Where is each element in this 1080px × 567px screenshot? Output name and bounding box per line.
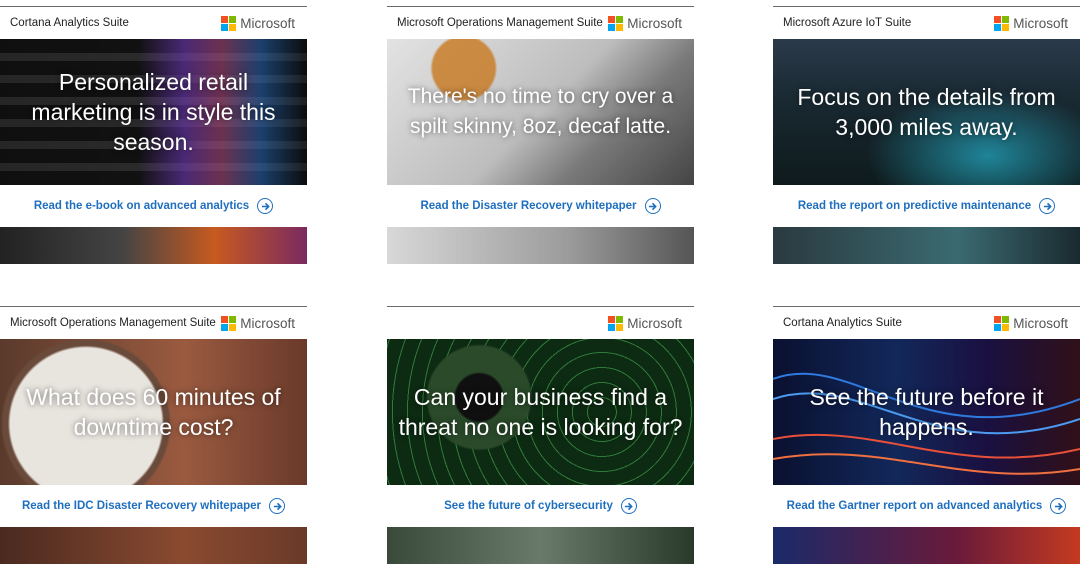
ad-image-strip <box>0 527 307 564</box>
arrow-right-circle-icon[interactable] <box>257 198 274 214</box>
ad-image[interactable]: See the future before it happens. <box>773 339 1080 485</box>
ad-image[interactable]: There's no time to cry over a spilt skin… <box>387 39 694 185</box>
cta-label: Read the Gartner report on advanced anal… <box>786 500 1043 512</box>
ad-image[interactable]: Can your business find a threat no one i… <box>387 339 694 485</box>
cta-link[interactable]: See the future of cybersecurity <box>387 485 694 527</box>
brand-name: Microsoft <box>1013 315 1068 331</box>
ad-image-strip <box>0 227 307 264</box>
ad-image-strip <box>773 527 1080 564</box>
suite-name: Cortana Analytics Suite <box>783 317 902 329</box>
ad-headline: See the future before it happens. <box>809 384 1044 440</box>
brand-name: Microsoft <box>240 315 295 331</box>
brand-name: Microsoft <box>1013 15 1068 31</box>
ad-image[interactable]: Focus on the details from 3,000 miles aw… <box>773 39 1080 185</box>
arrow-right-circle-icon[interactable] <box>620 498 637 514</box>
microsoft-logo-icon <box>994 315 1010 331</box>
cta-link[interactable]: Read the Gartner report on advanced anal… <box>773 485 1080 527</box>
suite-name: Microsoft Operations Management Suite <box>397 17 603 29</box>
ad-card-2[interactable]: Microsoft Operations Management Suite Mi… <box>387 6 694 264</box>
arrow-right-circle-icon[interactable] <box>269 498 286 514</box>
ad-image-strip <box>773 227 1080 264</box>
ad-card-3[interactable]: Microsoft Azure IoT Suite Microsoft Focu… <box>773 6 1080 264</box>
ad-card-6[interactable]: Cortana Analytics Suite Microsoft See th… <box>773 306 1080 564</box>
ad-headline: There's no time to cry over a spilt skin… <box>407 85 674 138</box>
microsoft-logo-icon <box>608 315 624 331</box>
microsoft-logo: Microsoft <box>608 315 682 331</box>
ad-card-5[interactable]: Microsoft Can your business find a threa… <box>387 306 694 564</box>
brand-name: Microsoft <box>240 15 295 31</box>
cta-label: Read the Disaster Recovery whitepaper <box>420 200 637 212</box>
suite-name: Cortana Analytics Suite <box>10 17 129 29</box>
microsoft-logo-icon <box>608 15 624 31</box>
ad-image-strip <box>387 227 694 264</box>
microsoft-logo: Microsoft <box>221 15 295 31</box>
cta-link[interactable]: Read the IDC Disaster Recovery whitepape… <box>0 485 307 527</box>
ad-card-1[interactable]: Cortana Analytics Suite Microsoft Person… <box>0 6 307 264</box>
cta-label: Read the IDC Disaster Recovery whitepape… <box>21 500 262 512</box>
ad-header: Microsoft Operations Management Suite Mi… <box>387 7 694 39</box>
ad-header: Cortana Analytics Suite Microsoft <box>773 307 1080 339</box>
suite-name: Microsoft Azure IoT Suite <box>783 17 912 29</box>
ad-headline: Personalized retail marketing is in styl… <box>31 69 276 155</box>
ad-image[interactable]: What does 60 minutes of downtime cost? <box>0 339 307 485</box>
arrow-right-circle-icon[interactable] <box>644 198 661 214</box>
microsoft-logo: Microsoft <box>221 315 295 331</box>
arrow-right-circle-icon[interactable] <box>1050 498 1067 514</box>
microsoft-logo-icon <box>994 15 1010 31</box>
arrow-right-circle-icon[interactable] <box>1039 198 1056 214</box>
ad-header: Microsoft <box>387 307 694 339</box>
cta-label: See the future of cybersecurity <box>444 500 613 512</box>
microsoft-logo: Microsoft <box>608 15 682 31</box>
brand-name: Microsoft <box>627 315 682 331</box>
cta-label: Read the e-book on advanced analytics <box>33 200 250 212</box>
ad-headline: Can your business find a threat no one i… <box>398 384 683 440</box>
cta-link[interactable]: Read the e-book on advanced analytics <box>0 185 307 227</box>
cta-label: Read the report on predictive maintenanc… <box>797 200 1032 212</box>
ad-image[interactable]: Personalized retail marketing is in styl… <box>0 39 307 185</box>
microsoft-logo: Microsoft <box>994 315 1068 331</box>
suite-name: Microsoft Operations Management Suite <box>10 317 216 329</box>
microsoft-logo-icon <box>221 15 237 31</box>
ad-card-4[interactable]: Microsoft Operations Management Suite Mi… <box>0 306 307 564</box>
ad-header: Cortana Analytics Suite Microsoft <box>0 7 307 39</box>
brand-name: Microsoft <box>627 15 682 31</box>
cta-link[interactable]: Read the Disaster Recovery whitepaper <box>387 185 694 227</box>
ad-header: Microsoft Azure IoT Suite Microsoft <box>773 7 1080 39</box>
microsoft-logo: Microsoft <box>994 15 1068 31</box>
ad-headline: What does 60 minutes of downtime cost? <box>26 384 281 440</box>
microsoft-logo-icon <box>221 315 237 331</box>
ad-headline: Focus on the details from 3,000 miles aw… <box>797 84 1056 140</box>
cta-link[interactable]: Read the report on predictive maintenanc… <box>773 185 1080 227</box>
ad-header: Microsoft Operations Management Suite Mi… <box>0 307 307 339</box>
ad-image-strip <box>387 527 694 564</box>
